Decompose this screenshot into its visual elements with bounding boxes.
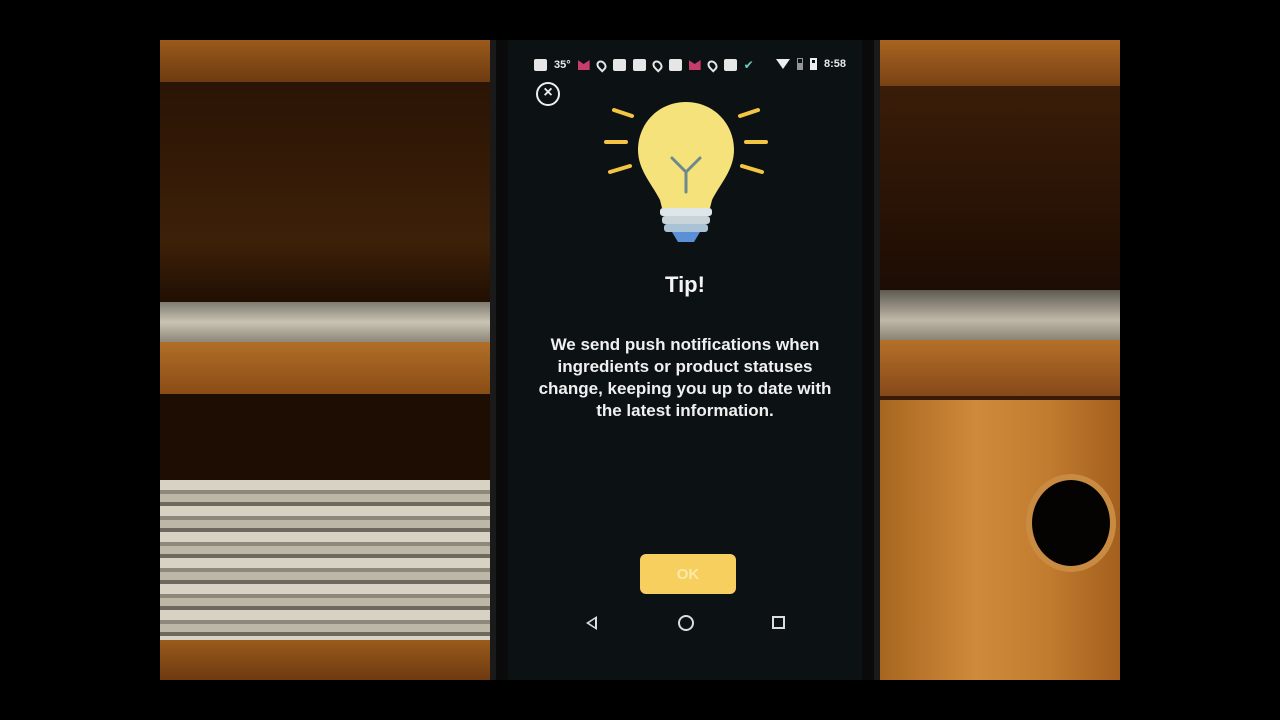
- location-icon: [594, 57, 609, 73]
- location-icon: [650, 57, 665, 73]
- lightbulb-icon: [604, 102, 768, 242]
- message-icon: [534, 59, 547, 71]
- location-icon: [705, 57, 720, 73]
- close-button[interactable]: ×: [536, 82, 560, 106]
- camera-photo-background: 35° ✔ 8:58 × Tip! We send push notificat…: [160, 40, 1120, 680]
- dialog-message: We send push notifications when ingredie…: [538, 335, 832, 420]
- shelf-wood: [160, 40, 500, 82]
- dialog-title: Tip!: [665, 272, 705, 297]
- wifi-icon: [775, 59, 790, 69]
- recents-icon[interactable]: [772, 616, 785, 629]
- shelf-shadow: [880, 86, 1120, 306]
- back-icon[interactable]: [586, 616, 597, 630]
- close-icon: ×: [543, 84, 553, 101]
- shelf-shadow: [160, 82, 500, 312]
- shelf-wood: [880, 40, 1120, 86]
- system-icons: 8:58: [775, 58, 846, 70]
- check-icon: ✔: [743, 58, 754, 72]
- phone-screen: 35° ✔ 8:58 × Tip! We send push notificat…: [508, 40, 862, 680]
- paper-stack: [160, 480, 500, 640]
- shelf-gap: [160, 394, 500, 480]
- shelf-plank: [880, 340, 1120, 396]
- shelf-plank: [160, 342, 500, 394]
- app-icon: [723, 59, 737, 71]
- phone: 35° ✔ 8:58 × Tip! We send push notificat…: [490, 40, 880, 680]
- temperature: 35°: [554, 59, 571, 71]
- clock: 8:58: [823, 58, 846, 70]
- navigation-bar: [508, 606, 862, 642]
- paper-stack: [160, 302, 490, 342]
- status-bar: 35° ✔ 8:58: [508, 54, 862, 78]
- battery-icon: [809, 58, 817, 70]
- app-icon: [612, 59, 626, 71]
- mail-icon: [577, 60, 590, 70]
- box-hole: [1032, 480, 1110, 566]
- notification-icons: 35° ✔: [534, 57, 754, 73]
- box-edge: [880, 396, 1120, 400]
- home-icon[interactable]: [678, 615, 694, 631]
- mail-icon: [688, 60, 701, 70]
- signal-icon: [796, 58, 803, 70]
- shelf-plank: [160, 640, 500, 680]
- app-icon: [632, 59, 646, 71]
- app-icon: [668, 59, 682, 71]
- paper-stack: [880, 290, 1120, 340]
- ok-button[interactable]: OK: [640, 554, 736, 594]
